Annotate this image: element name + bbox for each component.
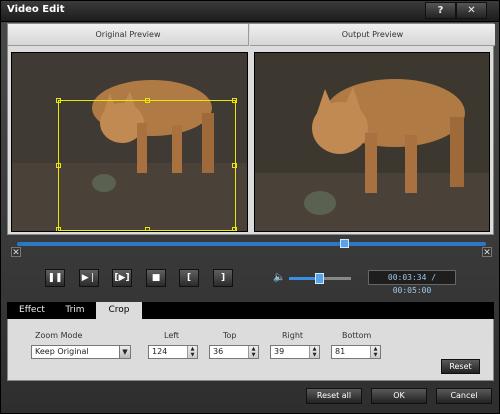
crop-rectangle[interactable] [56,98,237,231]
original-preview-header: Original Preview [8,24,249,46]
mark-out-icon: ] [220,273,226,283]
original-video-frame [11,52,248,232]
crop-handle-tl[interactable] [56,98,61,103]
volume-knob[interactable] [315,273,324,284]
mark-in-icon: [ [186,273,192,283]
timeline-track[interactable] [17,242,486,246]
close-icon: ✕ [467,5,476,16]
preview-panel: Original Preview Output Preview [7,23,495,235]
top-label: Top [223,331,237,340]
ok-button[interactable]: OK [371,388,427,404]
top-value: 36 [213,347,224,356]
dropdown-arrow-icon[interactable]: ▼ [119,346,130,358]
pause-button[interactable]: ❚❚ [45,269,65,287]
title-bar: Video Edit ? ✕ [1,1,499,22]
help-icon: ? [437,5,444,16]
stop-button[interactable]: ■ [146,269,166,287]
tab-effect[interactable]: Effect [9,302,55,319]
reset-button[interactable]: Reset [441,359,480,374]
spin-arrows-icon[interactable]: ▲ ▼ [370,346,380,358]
left-label: Left [164,331,180,340]
window-title: Video Edit [7,4,65,15]
edit-tabs: Effect Trim Crop [7,302,494,319]
trim-end-marker[interactable]: ✕ [482,247,492,258]
output-video-frame [254,52,490,232]
mark-in-button[interactable]: [ [179,269,199,287]
video-edit-window: Video Edit ? ✕ Original Preview Output P… [0,0,500,414]
timecode-display: 00:03:34 / 00:05:00 [368,270,456,295]
right-spinbox[interactable]: 39 ▲ ▼ [270,345,320,359]
right-label: Right [282,331,304,340]
left-value: 124 [152,347,168,356]
crop-settings-panel: Zoom Mode Left Top Right Bottom Keep Ori… [7,319,494,381]
spin-arrows-icon[interactable]: ▲ ▼ [309,346,319,358]
bottom-value: 81 [335,347,346,356]
bottom-spinbox[interactable]: 81 ▲ ▼ [331,345,381,359]
close-button[interactable]: ✕ [456,2,487,19]
timeline: ✕ ✕ [11,239,492,259]
zoom-mode-select[interactable]: Keep Original ▼ [31,345,131,359]
crop-handle-mr[interactable] [232,163,237,168]
output-frame-image [255,53,489,231]
top-spinbox[interactable]: 36 ▲ ▼ [209,345,259,359]
pause-icon: ❚❚ [47,273,63,283]
right-value: 39 [274,347,285,356]
crop-handle-tm[interactable] [145,98,150,103]
zoom-mode-value: Keep Original [35,347,89,356]
reset-all-button[interactable]: Reset all [306,388,362,404]
step-forward-icon: ▶❘ [81,273,97,283]
cancel-button[interactable]: Cancel [436,388,492,404]
bottom-label: Bottom [342,331,372,340]
help-button[interactable]: ? [425,2,456,19]
output-preview-header: Output Preview [250,24,495,46]
play-range-button[interactable]: [▶] [112,269,132,287]
play-range-icon: [▶] [114,273,130,283]
volume-icon[interactable]: 🔈 [273,272,285,283]
timeline-playhead[interactable] [340,239,350,248]
crop-handle-ml[interactable] [56,163,61,168]
spin-arrows-icon[interactable]: ▲ ▼ [187,346,197,358]
crop-handle-tr[interactable] [232,98,237,103]
trim-start-marker[interactable]: ✕ [11,247,21,258]
zoom-mode-label: Zoom Mode [35,331,83,340]
stop-icon: ■ [151,273,161,283]
left-spinbox[interactable]: 124 ▲ ▼ [148,345,198,359]
step-forward-button[interactable]: ▶❘ [79,269,99,287]
tab-crop[interactable]: Crop [96,302,142,319]
spin-arrows-icon[interactable]: ▲ ▼ [248,346,258,358]
mark-out-button[interactable]: ] [213,269,233,287]
tab-trim[interactable]: Trim [55,302,95,319]
